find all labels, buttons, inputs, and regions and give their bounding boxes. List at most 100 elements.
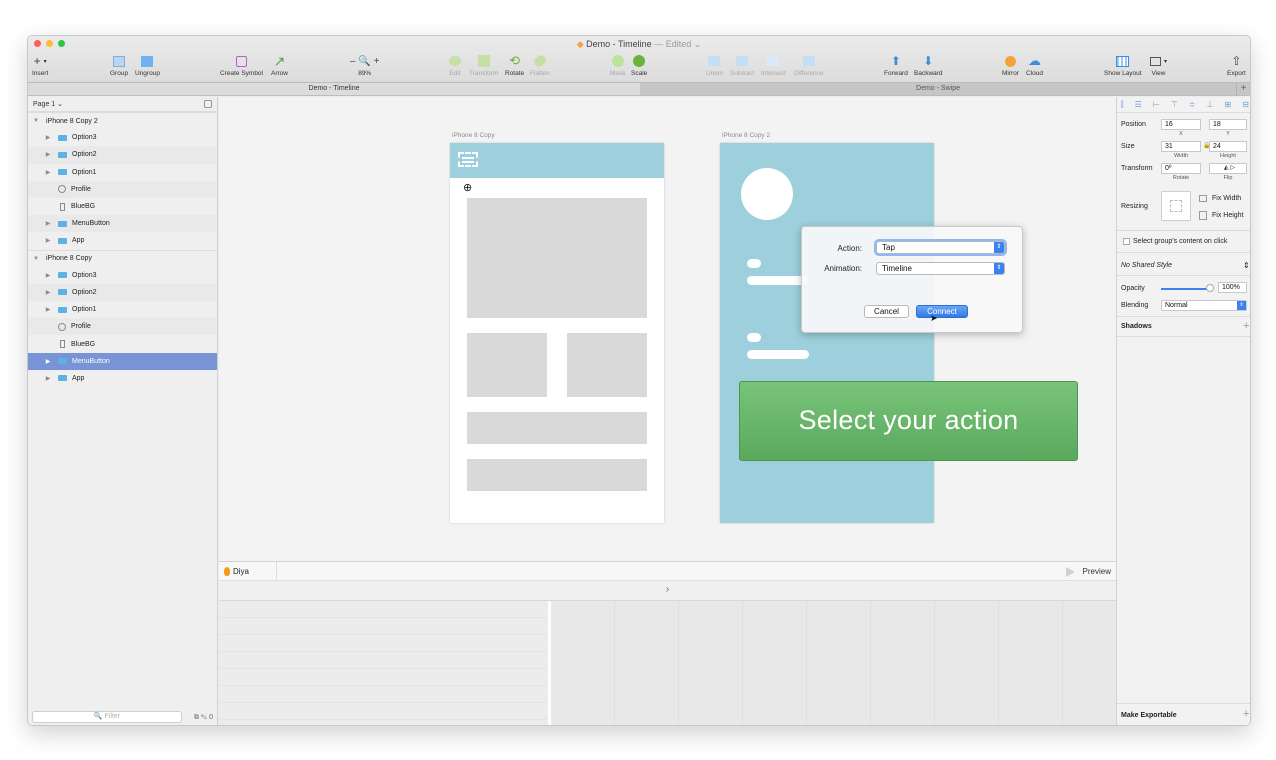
distribute-h-icon[interactable]: ⊞	[1225, 100, 1232, 110]
connect-button[interactable]: Connect	[916, 305, 968, 318]
transform-button[interactable]: Transform	[469, 53, 498, 77]
mask-button[interactable]: Mask	[610, 53, 626, 77]
artboard-label-iphone-8-copy[interactable]: iPhone 8 Copy	[452, 132, 495, 139]
flip-buttons[interactable]: ◭ ▷	[1209, 163, 1247, 174]
layer-row[interactable]: ▶ MenuButton	[28, 215, 217, 233]
align-left-icon[interactable]: ⫿	[1121, 100, 1124, 110]
layer-row[interactable]: ▶ Option1	[28, 164, 217, 181]
page-collapse-icon[interactable]	[204, 100, 212, 108]
disclosure-right-icon[interactable]: ▶	[44, 151, 52, 158]
disclosure-right-icon[interactable]: ▶	[44, 306, 52, 313]
flip-icon[interactable]: ◭ ▷	[1224, 165, 1235, 171]
union-button[interactable]: Union	[706, 53, 723, 77]
disclosure-right-icon[interactable]: ▶	[44, 169, 52, 176]
layer-artboard[interactable]: ▼ iPhone 8 Copy 2	[28, 112, 217, 129]
artboard-iphone-8-copy[interactable]: ⊕	[450, 143, 664, 523]
flatten-button[interactable]: Flatten	[530, 53, 550, 77]
group-button[interactable]: Group	[110, 53, 128, 77]
width-field[interactable]: 31	[1161, 141, 1201, 152]
scale-button[interactable]: Scale	[631, 53, 647, 77]
canvas[interactable]: iPhone 8 Copy ⊕ iPhone 8 Copy 2 Action:	[219, 97, 1116, 561]
mirror-button[interactable]: Mirror	[1002, 53, 1019, 77]
layer-row[interactable]: BlueBG	[28, 335, 217, 352]
arrow-button[interactable]: ↗ Arrow	[271, 53, 288, 78]
export-button[interactable]: ⇧ Export	[1227, 53, 1246, 77]
insert-button[interactable]: + ▾ Insert	[32, 53, 48, 77]
layer-filter-input[interactable]: 🔍 Filter	[32, 711, 182, 723]
timeline-area[interactable]	[219, 601, 1116, 725]
add-export-button[interactable]: +	[1243, 708, 1249, 720]
forward-button[interactable]: ⬆ Forward	[884, 53, 908, 77]
subtract-button[interactable]: Subtract	[730, 53, 754, 77]
tab-demo-swipe[interactable]: Demo - Swipe	[640, 83, 1236, 95]
animation-select[interactable]: Timeline ⇕	[876, 262, 1005, 275]
add-tab-button[interactable]: +	[1236, 83, 1250, 95]
ungroup-button[interactable]: Ungroup	[135, 53, 160, 77]
add-shadow-button[interactable]: +	[1243, 320, 1249, 332]
disclosure-down-icon[interactable]: ▼	[32, 256, 40, 262]
cancel-button[interactable]: Cancel	[864, 305, 909, 318]
select-group-checkbox[interactable]	[1123, 238, 1130, 245]
view-button[interactable]: ▾ View	[1150, 53, 1167, 77]
intersect-button[interactable]: Intersect	[761, 53, 786, 77]
zoom-control[interactable]: – 🔍 + 89%	[350, 53, 379, 78]
resizing-widget[interactable]	[1161, 191, 1191, 221]
edit-button[interactable]: Edit	[449, 53, 461, 77]
disclosure-down-icon[interactable]: ▼	[32, 118, 40, 124]
disclosure-right-icon[interactable]: ▶	[44, 134, 52, 141]
chevron-right-icon[interactable]: ›	[666, 584, 669, 595]
page-selector[interactable]: Page 1 ⌄	[28, 97, 217, 112]
opacity-field[interactable]: 100%	[1218, 282, 1247, 293]
filter-options-icons[interactable]: ⧉ ✎ 0	[194, 714, 213, 722]
action-select[interactable]: Tap ⇕	[876, 241, 1005, 254]
disclosure-right-icon[interactable]: ▶	[44, 375, 52, 382]
disclosure-right-icon[interactable]: ▶	[44, 237, 52, 244]
prototype-plugin-tab[interactable]: Diya	[219, 562, 277, 581]
show-layout-button[interactable]: Show Layout	[1104, 53, 1142, 77]
opacity-slider[interactable]	[1161, 288, 1209, 290]
shared-style-select[interactable]: No Shared Style	[1121, 262, 1172, 269]
layer-row[interactable]: ▶ MenuButton	[28, 352, 217, 370]
distribute-v-icon[interactable]: ⊟	[1242, 100, 1249, 110]
rotate-field[interactable]: 0º	[1161, 163, 1201, 174]
chevron-updown-icon[interactable]: ⇕	[1243, 261, 1250, 270]
layer-artboard[interactable]: ▼ iPhone 8 Copy	[28, 249, 217, 267]
layer-row[interactable]: ▶ Option2	[28, 283, 217, 302]
timeline-nav[interactable]: ›	[219, 581, 1116, 601]
blending-select[interactable]: Normal ⇕	[1161, 300, 1247, 311]
layer-row[interactable]: Profile	[28, 180, 217, 198]
align-middle-icon[interactable]: ≑	[1189, 100, 1196, 110]
layer-row[interactable]: Profile	[28, 318, 217, 336]
layer-row[interactable]: ▶ App	[28, 232, 217, 249]
fix-width-checkbox[interactable]	[1199, 195, 1207, 202]
artboard-iphone-8-copy-2[interactable]	[720, 143, 934, 523]
layer-row[interactable]: ▶ Option2	[28, 146, 217, 164]
layer-row[interactable]: BlueBG	[28, 198, 217, 215]
artboard-label-iphone-8-copy-2[interactable]: iPhone 8 Copy 2	[722, 132, 770, 139]
disclosure-right-icon[interactable]: ▶	[44, 220, 52, 227]
connection-add-icon[interactable]: ⊕	[463, 181, 472, 194]
layer-row[interactable]: ▶ Option3	[28, 129, 217, 146]
rotate-button[interactable]: ⟲ Rotate	[505, 53, 524, 77]
layer-row[interactable]: ▶ App	[28, 370, 217, 387]
disclosure-right-icon[interactable]: ▶	[44, 358, 52, 365]
layer-row[interactable]: ▶ Option1	[28, 301, 217, 318]
preview-button[interactable]: Preview	[1065, 562, 1111, 581]
align-center-icon[interactable]: ☰	[1135, 100, 1142, 110]
create-symbol-button[interactable]: Create Symbol	[220, 53, 263, 77]
menu-button-selection[interactable]	[458, 152, 478, 167]
opacity-slider-knob[interactable]	[1206, 284, 1214, 292]
cloud-button[interactable]: ☁ Cloud	[1026, 53, 1043, 77]
x-field[interactable]: 16	[1161, 119, 1201, 130]
fix-height-checkbox[interactable]	[1199, 211, 1207, 220]
align-bottom-icon[interactable]: ⊥	[1207, 100, 1214, 110]
align-top-icon[interactable]: ⊤	[1171, 100, 1178, 110]
height-field[interactable]: 24	[1209, 141, 1247, 152]
difference-button[interactable]: Difference	[794, 53, 824, 77]
disclosure-right-icon[interactable]: ▶	[44, 289, 52, 296]
backward-button[interactable]: ⬇ Backward	[914, 53, 943, 77]
y-field[interactable]: 18	[1209, 119, 1247, 130]
layer-row[interactable]: ▶ Option3	[28, 267, 217, 284]
tab-demo-timeline[interactable]: Demo - Timeline	[28, 83, 640, 95]
align-right-icon[interactable]: ⊢	[1153, 100, 1160, 110]
